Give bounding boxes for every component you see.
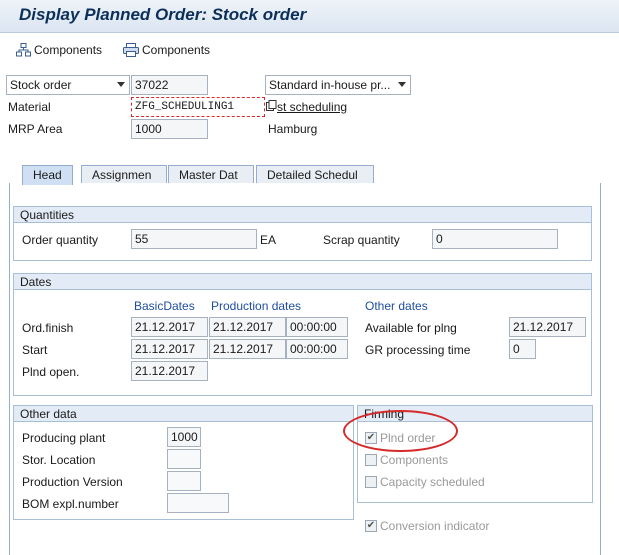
other-data-heading: Other data [13, 405, 354, 422]
order-type-dropdown[interactable]: Stock order [6, 75, 130, 95]
procurement-dropdown[interactable]: Standard in-house pr... [265, 75, 411, 95]
components-label-1: Components [34, 43, 103, 57]
window-title: Display Planned Order: Stock order [19, 5, 307, 24]
conversion-indicator-label: Conversion indicator [380, 519, 490, 533]
order-quantity-label: Order quantity [22, 233, 99, 247]
chevron-down-icon [398, 82, 406, 87]
procurement-value: Standard in-house pr... [269, 78, 391, 92]
plnd-open-label: Plnd open. [22, 365, 80, 379]
gr-processing-time-label: GR processing time [365, 343, 471, 357]
mrp-area-label: MRP Area [8, 122, 63, 136]
components-button-2[interactable]: Components [123, 41, 210, 59]
basic-dates-column: BasicDates [134, 299, 195, 313]
storage-location-label: Stor. Location [22, 453, 96, 467]
production-version-label: Production Version [22, 475, 123, 489]
components-label-2: Components [142, 43, 211, 57]
plnd-open-basic-field[interactable]: 21.12.2017 [131, 361, 208, 381]
capacity-scheduled-checkbox[interactable] [365, 476, 377, 488]
copy-icon[interactable] [266, 100, 277, 111]
mrp-area-field[interactable]: 1000 [131, 119, 208, 139]
hierarchy-icon [16, 43, 31, 57]
available-for-planning-field[interactable]: 21.12.2017 [509, 317, 586, 337]
components-checkbox-label: Components [380, 453, 449, 467]
tab-master-data[interactable]: Master Dat [168, 165, 254, 184]
printer-icon [123, 43, 139, 57]
gr-processing-time-field[interactable]: 0 [509, 339, 536, 359]
scrap-quantity-field[interactable]: 0 [432, 229, 558, 249]
tab-detailed-scheduling[interactable]: Detailed Schedul [256, 165, 374, 184]
order-type-value: Stock order [10, 78, 72, 92]
checkmark-icon: ✔ [366, 520, 376, 531]
components-button-1[interactable]: Components [16, 41, 102, 59]
storage-location-field[interactable] [167, 449, 201, 469]
production-version-field[interactable] [167, 471, 201, 491]
producing-plant-field[interactable]: 1000 [167, 427, 201, 447]
capacity-scheduled-label: Capacity scheduled [380, 475, 485, 489]
start-production-field[interactable]: 21.12.2017 [209, 339, 286, 359]
mrp-area-text: Hamburg [268, 122, 318, 136]
scrap-quantity-label: Scrap quantity [323, 233, 400, 247]
order-number-field[interactable]: 37022 [131, 75, 208, 95]
ord-finish-basic-field[interactable]: 21.12.2017 [131, 317, 208, 337]
ord-finish-time-field[interactable]: 00:00:00 [286, 317, 348, 337]
available-for-planning-label: Available for plng [365, 321, 457, 335]
ord-finish-label: Ord.finish [22, 321, 74, 335]
material-text: st scheduling [277, 100, 348, 114]
material-label: Material [8, 100, 51, 114]
ord-finish-production-field[interactable]: 21.12.2017 [209, 317, 286, 337]
production-dates-column: Production dates [211, 299, 302, 313]
bom-explosion-number-field[interactable] [167, 493, 229, 513]
order-quantity-field[interactable]: 55 [131, 229, 257, 249]
components-checkbox[interactable] [365, 454, 377, 466]
producing-plant-label: Producing plant [22, 431, 106, 445]
conversion-indicator-checkbox[interactable]: ✔ [365, 520, 377, 532]
start-time-field[interactable]: 00:00:00 [286, 339, 348, 359]
unit-label: EA [260, 233, 277, 247]
tab-assignment[interactable]: Assignmen [81, 165, 167, 184]
other-dates-column: Other dates [365, 299, 428, 313]
bom-explosion-number-label: BOM expl.number [22, 497, 119, 511]
start-basic-field[interactable]: 21.12.2017 [131, 339, 208, 359]
quantities-heading: Quantities [13, 206, 592, 223]
chevron-down-icon [117, 82, 125, 87]
tab-head[interactable]: Head [22, 165, 73, 185]
annotation-ellipse [343, 410, 458, 452]
dates-heading: Dates [13, 273, 592, 290]
start-label: Start [22, 343, 48, 357]
material-field[interactable]: ZFG_SCHEDULING1 [131, 97, 265, 117]
